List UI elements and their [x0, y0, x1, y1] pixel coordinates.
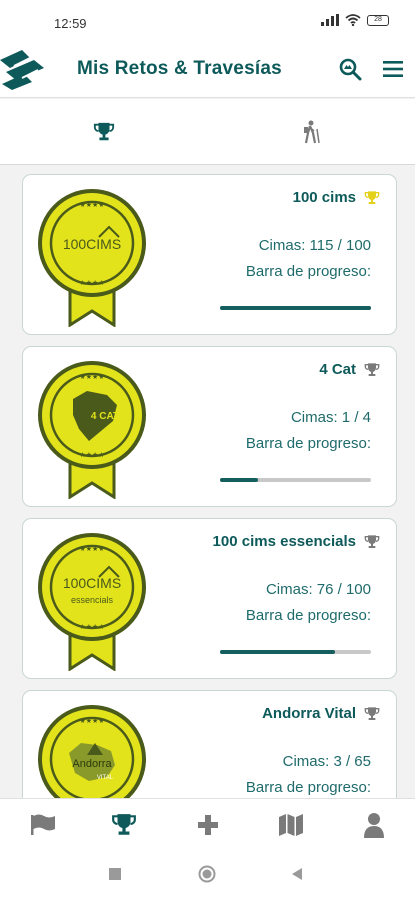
search-icon[interactable]: [338, 57, 362, 81]
card-title: 4 Cat: [319, 361, 356, 378]
app-logo-icon: [0, 50, 44, 90]
recents-icon[interactable]: [108, 867, 122, 881]
status-time: 12:59: [54, 16, 87, 31]
svg-text:★★★★: ★★★★: [79, 717, 104, 725]
card-title: 100 cims essencials: [212, 533, 356, 550]
badge-subtext: essencials: [71, 595, 114, 605]
progress-bar: [220, 478, 371, 482]
challenge-card[interactable]: ★★★★ ★★★★ 100CIMS 100 cims Cimas: 115 / …: [22, 174, 397, 335]
challenge-list[interactable]: ★★★★ ★★★★ 100CIMS 100 cims Cimas: 115 / …: [0, 166, 415, 798]
badge-subtext: VITAL: [97, 775, 114, 781]
progress-label: Barra de progreso:: [245, 435, 371, 452]
bottom-nav: [0, 798, 415, 850]
nav-item-add[interactable]: [193, 811, 223, 839]
trophy-gray-icon: [364, 535, 380, 548]
svg-text:★★★★: ★★★★: [79, 623, 104, 631]
user-icon: [364, 813, 384, 838]
battery-icon: 28: [367, 14, 389, 26]
plus-icon: [198, 815, 218, 835]
progress-fill: [220, 478, 258, 482]
map-icon: [279, 814, 303, 836]
signal-icon: [321, 14, 339, 26]
back-icon[interactable]: [290, 867, 304, 881]
status-icons: 28: [321, 14, 389, 26]
cimas-count: Cimas: 115 / 100: [258, 237, 371, 254]
hiker-icon: [303, 120, 320, 144]
badge-text: 100CIMS: [63, 236, 121, 252]
trophy-gray-icon: [364, 707, 380, 720]
tab-bar: [0, 99, 415, 165]
badge-4cat-icon: ★★★★ ★★★★ 4 CAT: [38, 361, 146, 499]
menu-icon[interactable]: [382, 58, 404, 80]
nav-item-map[interactable]: [276, 811, 306, 839]
challenge-card[interactable]: ★★★★ Andorra VITAL Andorra Vital Cimas: …: [22, 690, 397, 798]
badge-100cims-essencials-icon: ★★★★ ★★★★ 100CIMS essencials: [38, 533, 146, 671]
badge-text: 4 CAT: [91, 411, 119, 422]
trophy-icon: [112, 814, 136, 835]
challenge-card[interactable]: ★★★★ ★★★★ 100CIMS essencials 100 cims es…: [22, 518, 397, 679]
trophy-gray-icon: [364, 363, 380, 376]
challenge-card[interactable]: ★★★★ ★★★★ 4 CAT 4 Cat Cimas: 1 / 4 Barra…: [22, 346, 397, 507]
system-nav-bar: [0, 850, 415, 900]
svg-text:★★★★: ★★★★: [79, 373, 104, 381]
trophy-gold-icon: [364, 191, 380, 204]
home-icon[interactable]: [198, 865, 216, 883]
cimas-count: Cimas: 1 / 4: [290, 409, 371, 426]
app-bar: Mis Retos & Travesías: [0, 40, 415, 98]
badge-text: Andorra: [72, 758, 112, 770]
page-title: Mis Retos & Travesías: [77, 58, 282, 79]
progress-label: Barra de progreso:: [245, 779, 371, 796]
tab-crossings[interactable]: [207, 99, 414, 165]
nav-item-flag[interactable]: [28, 811, 58, 839]
progress-fill: [220, 650, 335, 654]
badge-100cims-icon: ★★★★ ★★★★ 100CIMS: [38, 189, 146, 327]
nav-item-profile[interactable]: [359, 811, 389, 839]
svg-text:★★★★: ★★★★: [79, 201, 104, 209]
svg-text:★★★★: ★★★★: [79, 545, 104, 553]
svg-text:★★★★: ★★★★: [79, 451, 104, 459]
card-title: 100 cims: [292, 189, 356, 206]
progress-label: Barra de progreso:: [245, 263, 371, 280]
progress-bar: [220, 306, 371, 310]
badge-andorra-vital-icon: ★★★★ Andorra VITAL: [38, 705, 146, 798]
status-bar: 12:59 28: [0, 0, 415, 40]
nav-item-challenges[interactable]: [109, 811, 139, 839]
badge-text: 100CIMS: [63, 575, 121, 591]
svg-text:★★★★: ★★★★: [79, 279, 104, 287]
trophy-icon: [93, 122, 114, 141]
flag-icon: [31, 814, 55, 835]
card-title: Andorra Vital: [262, 705, 356, 722]
wifi-icon: [345, 14, 361, 26]
progress-fill: [220, 306, 371, 310]
progress-label: Barra de progreso:: [245, 607, 371, 624]
cimas-count: Cimas: 3 / 65: [282, 753, 371, 770]
tab-challenges[interactable]: [0, 99, 207, 165]
progress-bar: [220, 650, 371, 654]
cimas-count: Cimas: 76 / 100: [265, 581, 371, 598]
